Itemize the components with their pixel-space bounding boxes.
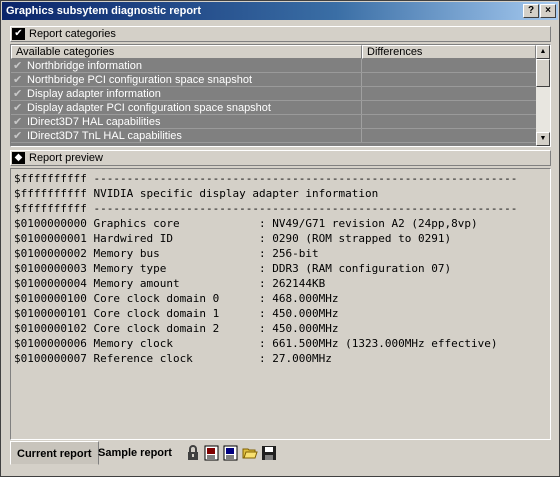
list-item[interactable]: ✔ IDirect3D7 TnL HAL capabilities [11, 129, 536, 143]
preview-diamond-icon: ◆ [12, 152, 25, 164]
column-divider [361, 87, 362, 101]
list-item[interactable]: ✔ Northbridge PCI configuration space sn… [11, 73, 536, 87]
tab-bar: Current report Sample report [10, 441, 551, 465]
list-item[interactable]: ✔ Display adapter PCI configuration spac… [11, 101, 536, 115]
checkmark-icon: ✔ [13, 130, 23, 142]
report-line: $0100000006 Memory clock : 661.500MHz (1… [14, 337, 498, 350]
list-item-label: IDirect3D7 HAL capabilities [27, 116, 161, 128]
arrow-up-icon: ▲ [539, 48, 547, 55]
report-line: $0100000102 Core clock domain 2 : 450.00… [14, 322, 339, 335]
list-item-label: IDirect3D7 TnL HAL capabilities [27, 130, 182, 142]
report-preview-header[interactable]: ◆ Report preview [10, 150, 551, 166]
list-item-label: Display adapter PCI configuration space … [27, 102, 271, 114]
diagnostic-report-window: Graphics subsytem diagnostic report ? × … [0, 0, 560, 477]
checkmark-icon: ✔ [13, 102, 23, 114]
scroll-up-button[interactable]: ▲ [536, 45, 550, 59]
list-item[interactable]: ✔ Northbridge information [11, 59, 536, 73]
column-divider [361, 59, 362, 73]
report-line: $0100000100 Core clock domain 0 : 468.00… [14, 292, 339, 305]
checkmark-icon: ✔ [13, 116, 23, 128]
tab-sample-report[interactable]: Sample report [92, 441, 178, 465]
list-header: Available categories Differences [11, 45, 536, 59]
report-line: $0100000002 Memory bus : 256-bit [14, 247, 319, 260]
lock-icon[interactable] [185, 445, 201, 461]
list-item-label: Northbridge information [27, 60, 142, 72]
report-categories-label: Report categories [29, 28, 116, 40]
scroll-thumb[interactable] [536, 59, 550, 87]
report-preview-text[interactable]: $ffffffffff ----------------------------… [10, 168, 551, 440]
list-item[interactable]: ✔ Display adapter information [11, 87, 536, 101]
checkmark-icon: ✔ [13, 60, 23, 72]
categories-list[interactable]: Available categories Differences ✔ North… [10, 44, 551, 147]
checkmark-icon: ✔ [12, 28, 25, 40]
column-available-categories[interactable]: Available categories [11, 45, 362, 59]
report-categories-header[interactable]: ✔ Report categories [10, 26, 551, 42]
list-item[interactable]: ✔ IDirect3D7 HAL capabilities [11, 115, 536, 129]
window-title: Graphics subsytem diagnostic report [6, 5, 201, 17]
list-item-label: Display adapter information [27, 88, 161, 100]
report-line: $0100000004 Memory amount : 262144KB [14, 277, 326, 290]
list-item-label: Northbridge PCI configuration space snap… [27, 74, 253, 86]
report-line: $ffffffffff ----------------------------… [14, 202, 518, 215]
checkmark-icon: ✔ [13, 88, 23, 100]
report-compare-icon[interactable] [223, 445, 239, 461]
tab-current-report[interactable]: Current report [10, 441, 99, 465]
scroll-down-button[interactable]: ▼ [536, 132, 550, 146]
title-bar: Graphics subsytem diagnostic report ? × [2, 2, 558, 20]
column-divider [361, 129, 362, 143]
report-line: $0100000001 Hardwired ID : 0290 (ROM str… [14, 232, 452, 245]
open-folder-icon[interactable] [242, 445, 258, 461]
report-line: $0100000003 Memory type : DDR3 (RAM conf… [14, 262, 452, 275]
arrow-down-icon: ▼ [539, 135, 547, 142]
column-divider [361, 73, 362, 87]
column-differences[interactable]: Differences [362, 45, 536, 59]
checkmark-icon: ✔ [13, 74, 23, 86]
report-line: $ffffffffff ----------------------------… [14, 172, 518, 185]
vertical-scrollbar[interactable]: ▲ ▼ [536, 45, 550, 146]
column-divider [361, 101, 362, 115]
report-preview-label: Report preview [29, 152, 103, 164]
report-line: $0100000101 Core clock domain 1 : 450.00… [14, 307, 339, 320]
report-line: $0100000000 Graphics core : NV49/G71 rev… [14, 217, 478, 230]
row-separator [11, 142, 536, 143]
save-disk-icon[interactable] [261, 445, 277, 461]
help-button[interactable]: ? [523, 4, 539, 18]
report-line: $0100000007 Reference clock : 27.000MHz [14, 352, 332, 365]
close-button[interactable]: × [540, 4, 556, 18]
column-divider [361, 115, 362, 129]
report-view-icon[interactable] [204, 445, 220, 461]
report-line: $ffffffffff NVIDIA specific display adap… [14, 187, 379, 200]
